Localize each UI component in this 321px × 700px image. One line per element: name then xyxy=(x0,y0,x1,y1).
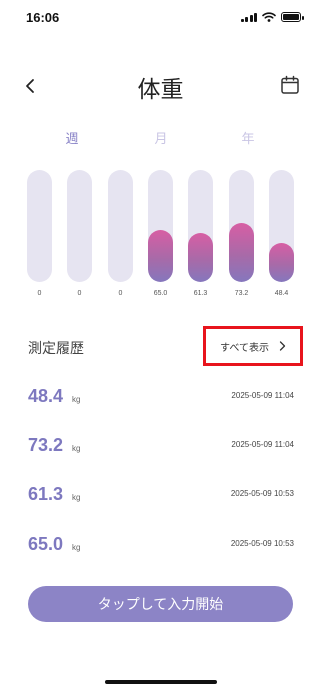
chart-value-label: 0 xyxy=(118,290,123,297)
chart-value-label: 73.2 xyxy=(234,290,249,297)
record-value: 61.3 xyxy=(28,484,64,504)
calendar-button[interactable] xyxy=(279,74,301,96)
chart-bar xyxy=(229,223,254,282)
chart-bar-track xyxy=(188,170,213,282)
record-timestamp: 2025-05-09 10:53 xyxy=(230,489,294,498)
chevron-right-icon xyxy=(279,341,286,351)
chart-value-label: 48.4 xyxy=(274,290,289,297)
record-timestamp: 2025-05-09 11:04 xyxy=(231,440,294,449)
chart-value-label: 0 xyxy=(37,290,42,297)
record-unit: kg xyxy=(72,395,81,404)
start-input-button[interactable]: タップして入力開始 xyxy=(28,586,293,622)
status-bar: 16:06 xyxy=(0,0,321,36)
tab-week[interactable]: 週 xyxy=(57,128,87,147)
chart-bar xyxy=(269,243,294,282)
history-record[interactable]: 73.2 kg 2025-05-09 11:04 xyxy=(28,435,298,461)
tab-year[interactable]: 年 xyxy=(233,128,263,147)
chart-value-label: 0 xyxy=(77,290,82,297)
show-all-button[interactable]: すべて表示 xyxy=(203,326,303,366)
chart-bar-track xyxy=(67,170,92,282)
record-unit: kg xyxy=(72,493,81,502)
battery-icon xyxy=(281,12,304,22)
history-title: 測定履歴 xyxy=(28,341,84,357)
chart-value-label: 61.3 xyxy=(193,290,208,297)
chart-bar xyxy=(148,230,173,282)
chart-bar-track xyxy=(148,170,173,282)
history-record[interactable]: 65.0 kg 2025-05-09 10:53 xyxy=(28,534,298,560)
chart-bar-track xyxy=(269,170,294,282)
status-icons xyxy=(240,12,304,22)
chart-bar-track xyxy=(229,170,254,282)
history-record[interactable]: 61.3 kg 2025-05-09 10:53 xyxy=(28,484,298,510)
status-time: 16:06 xyxy=(26,10,60,25)
record-timestamp: 2025-05-09 10:53 xyxy=(230,539,294,548)
tab-month[interactable]: 月 xyxy=(146,128,176,147)
show-all-label: すべて表示 xyxy=(220,342,269,354)
chart-bar-track xyxy=(108,170,133,282)
chart-bar xyxy=(188,233,213,282)
chart-value-label: 65.0 xyxy=(153,290,168,297)
record-timestamp: 2025-05-09 11:04 xyxy=(231,391,294,400)
record-unit: kg xyxy=(72,444,81,453)
page-title: 体重 xyxy=(137,77,184,103)
cellular-signal-icon xyxy=(240,12,257,22)
history-record[interactable]: 48.4 kg 2025-05-09 11:04 xyxy=(28,386,298,412)
calendar-icon xyxy=(281,75,299,94)
record-unit: kg xyxy=(72,543,81,552)
wifi-icon xyxy=(262,12,276,22)
record-value: 73.2 xyxy=(28,435,64,455)
period-tabs: 週 月 年 xyxy=(0,128,321,147)
record-value: 65.0 xyxy=(28,534,64,554)
home-indicator xyxy=(105,680,217,684)
record-value: 48.4 xyxy=(28,386,64,406)
chart-bar-track xyxy=(27,170,52,282)
